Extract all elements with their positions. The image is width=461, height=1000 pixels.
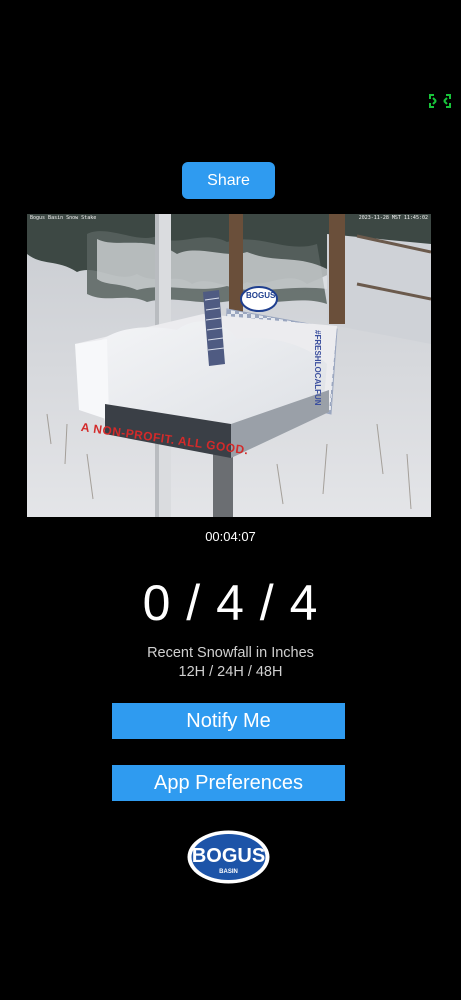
share-button[interactable]: Share	[182, 162, 275, 199]
snowfall-periods: 12H / 24H / 48H	[178, 664, 283, 680]
logo-subtext: BASIN	[219, 869, 238, 875]
snowfall-values: 0 / 4 / 4	[142, 575, 319, 631]
video-timestamp: 00:04:07	[205, 529, 256, 544]
board-hashtag-text: #FRESHLOCALFUN	[313, 330, 322, 406]
camera-timestamp-overlay: 2023-11-28 MST 11:45:02	[358, 215, 428, 221]
logo-wordmark: BOGUS	[192, 845, 265, 867]
app-preferences-button[interactable]: App Preferences	[112, 765, 345, 801]
camera-label-overlay: Bogus Basin Snow Stake	[30, 215, 97, 221]
stake-logo-text: BOGUS	[246, 291, 276, 300]
notify-me-button[interactable]: Notify Me	[112, 703, 345, 739]
snowfall-caption: Recent Snowfall in Inches	[147, 645, 314, 661]
bogus-basin-logo: BOGUS BASIN	[186, 829, 271, 885]
snow-stake-webcam-image: Bogus Basin Snow Stake 2023-11-28 MST 11…	[27, 214, 431, 517]
fullscreen-icon[interactable]	[429, 94, 451, 108]
